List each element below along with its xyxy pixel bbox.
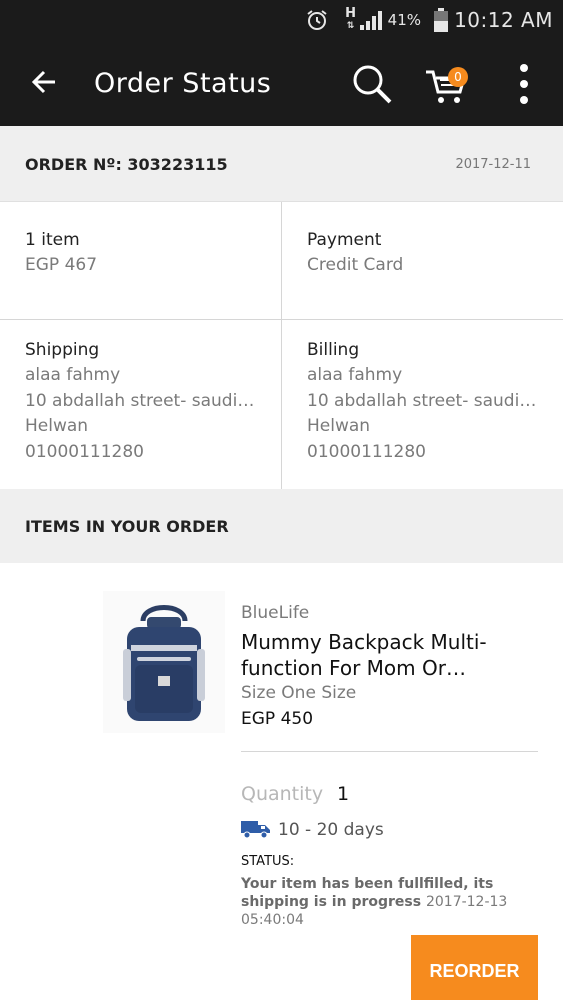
items-summary: 1 item EGP 467: [25, 202, 265, 279]
billing-phone: 01000111280: [307, 441, 426, 462]
order-number: ORDER Nº: 303223115: [25, 154, 228, 174]
shipping-name: alaa fahmy: [25, 365, 121, 385]
battery-icon: [433, 0, 449, 40]
network-type-indicator: H ⇅: [345, 6, 356, 31]
billing-name: alaa fahmy: [307, 365, 403, 385]
shipping-city: Helwan: [25, 416, 89, 436]
shipping-street: 10 abdallah street- saudi…: [25, 390, 255, 411]
delivery-truck-icon: [241, 819, 271, 839]
shipping-address: Shipping alaa fahmy 10 abdallah street- …: [25, 320, 265, 465]
billing-street: 10 abdallah street- saudi…: [307, 390, 537, 411]
shipping-phone: 01000111280: [25, 441, 144, 462]
quantity-value: 1: [337, 783, 350, 805]
status-label: STATUS:: [241, 854, 295, 869]
search-icon[interactable]: [348, 60, 396, 108]
product-image[interactable]: [103, 591, 225, 733]
order-date: 2017-12-11: [455, 156, 531, 172]
alarm-icon: [305, 0, 329, 40]
signal-icon: [359, 0, 385, 40]
quantity-label: Quantity: [241, 783, 324, 805]
divider: [281, 202, 282, 489]
items-total: EGP 467: [25, 255, 98, 275]
status-bar: H ⇅ 41% 10:12 AM: [0, 0, 563, 40]
items-section-title: ITEMS IN YOUR ORDER: [25, 516, 229, 536]
app-bar: Order Status 0: [0, 40, 563, 126]
clock: 10:12 AM: [454, 8, 553, 32]
battery-percent: 41%: [387, 11, 421, 29]
shipping-title: Shipping: [25, 340, 100, 360]
product-brand: BlueLife: [241, 603, 310, 623]
product-price: EGP 450: [241, 709, 314, 729]
payment-summary: Payment Credit Card: [307, 202, 547, 279]
payment-title: Payment: [307, 230, 382, 250]
divider: [241, 751, 538, 752]
page-title: Order Status: [94, 67, 272, 99]
items-section-header: ITEMS IN YOUR ORDER: [0, 489, 563, 563]
product-size: Size One Size: [241, 683, 357, 703]
order-item-card: BlueLife Mummy Backpack Multi-function F…: [0, 563, 563, 1000]
billing-title: Billing: [307, 340, 360, 360]
order-header: ORDER Nº: 303223115 2017-12-11: [0, 126, 563, 202]
more-vert-icon[interactable]: [508, 62, 540, 106]
status-text: Your item has been fullfilled, its shipp…: [241, 875, 541, 929]
billing-city: Helwan: [307, 416, 371, 436]
payment-method: Credit Card: [307, 255, 404, 275]
product-name[interactable]: Mummy Backpack Multi-function For Mom Or…: [241, 629, 541, 681]
cart-count-badge: 0: [448, 67, 468, 87]
items-count: 1 item: [25, 230, 80, 250]
reorder-button[interactable]: REORDER: [411, 935, 538, 1000]
back-arrow-icon[interactable]: [24, 62, 64, 102]
delivery-estimate: 10 - 20 days: [278, 820, 384, 840]
order-summary-grid: 1 item EGP 467 Payment Credit Card Shipp…: [0, 202, 563, 489]
billing-address: Billing alaa fahmy 10 abdallah street- s…: [307, 320, 537, 465]
